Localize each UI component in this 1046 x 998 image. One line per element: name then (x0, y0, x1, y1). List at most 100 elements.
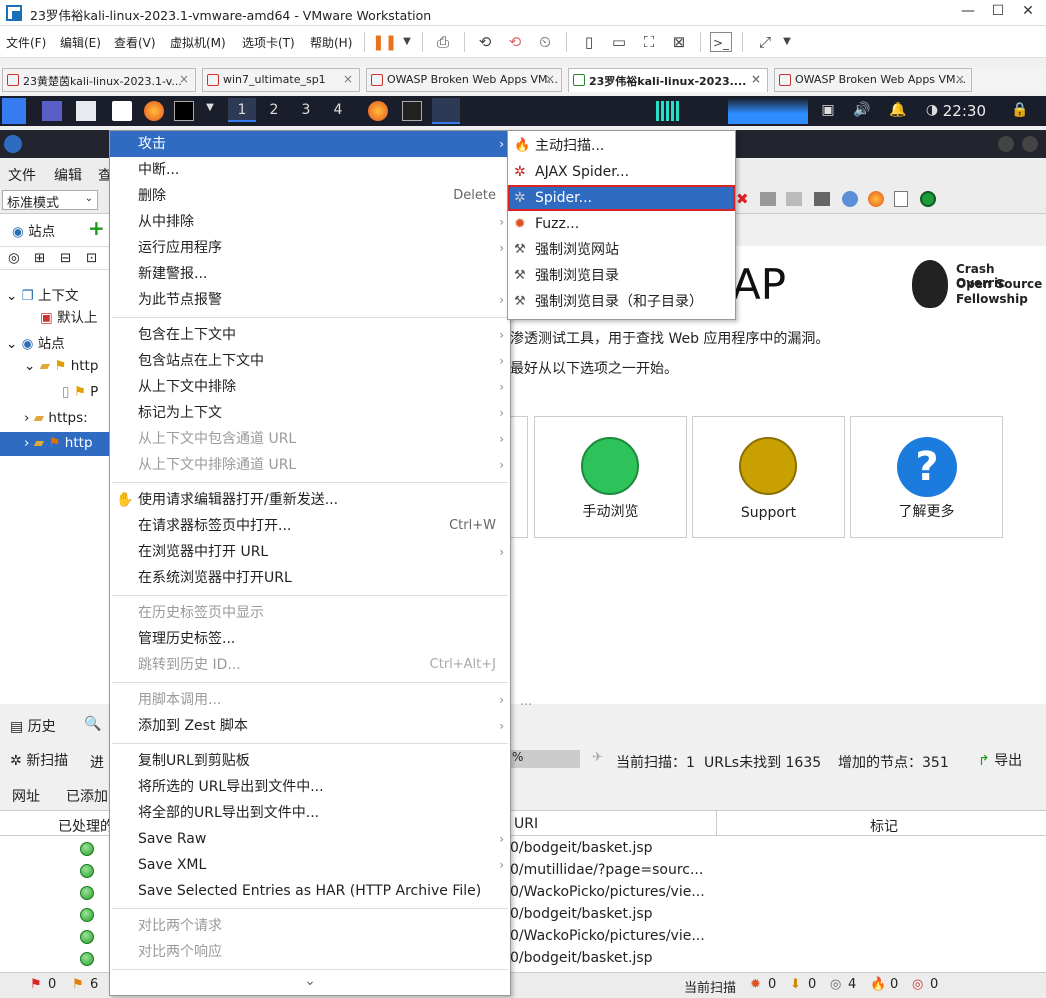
show-desktop-icon[interactable] (42, 101, 62, 121)
minimize-icon[interactable] (998, 136, 1014, 152)
tree-node-sites[interactable]: ⌄ ◉ 站点 (6, 332, 65, 352)
vm-tab-4[interactable]: 23罗伟裕kali-linux-2023.... × (568, 68, 768, 92)
network-icon[interactable]: ▣ (814, 102, 842, 118)
minimize-icon[interactable]: — (956, 3, 980, 19)
status-ok-icon[interactable] (920, 191, 936, 207)
snapshot-icon[interactable]: ⟲ (474, 32, 496, 52)
submenu-item-forced-browse-dir[interactable]: ⚒ 强制浏览目录 (508, 263, 735, 289)
splitter-grip[interactable]: ··· (520, 698, 532, 713)
zap-menu-file[interactable]: 文件 (8, 165, 36, 185)
table-row[interactable]: 0/bodgeit/basket.jsp (510, 950, 653, 966)
tree-node-site-1-child[interactable]: ▯ ⚑ P (62, 384, 98, 400)
tree-node-site-2[interactable]: › ▰ https: (24, 410, 88, 426)
revert-snapshot-icon[interactable]: ⟲ (504, 32, 526, 52)
menu-item-manage-history-tags[interactable]: 管理历史标签... (110, 626, 510, 652)
workspace-2[interactable]: 2 (260, 102, 288, 118)
toolbar-tool-icon[interactable] (814, 192, 830, 206)
zap-menu-edit[interactable]: 编辑 (54, 165, 82, 185)
column-processed[interactable]: 已处理的 (58, 816, 114, 836)
manual-explore-button[interactable]: 手动浏览 (534, 416, 687, 538)
vm-tab-5[interactable]: OWASP Broken Web Apps VM... × (774, 68, 972, 92)
tab-close-icon[interactable]: × (955, 72, 965, 86)
menu-view[interactable]: 查看(V) (114, 34, 156, 51)
target-icon[interactable]: ◎ (8, 250, 20, 266)
menu-help[interactable]: 帮助(H) (310, 34, 352, 51)
help-circle-icon[interactable] (842, 191, 858, 207)
delete-icon[interactable]: ✖ (736, 190, 749, 208)
sidebar-toggle-icon[interactable]: ▯ (578, 32, 600, 52)
firefox-launch-icon[interactable] (868, 191, 884, 207)
tree-node-contexts[interactable]: ⌄ ❐ 上下文 (6, 284, 79, 304)
tab-close-icon[interactable]: × (343, 72, 353, 86)
menu-item-include-site-in-context[interactable]: 包含站点在上下文中 › (110, 348, 510, 374)
new-scan-button[interactable]: ✲ 新扫描 (10, 750, 68, 770)
submenu-item-forced-browse-dir-children[interactable]: ⚒ 强制浏览目录（和子目录） (508, 289, 735, 315)
unity-icon[interactable]: ⊠ (668, 32, 690, 52)
tab-close-icon[interactable]: × (179, 72, 189, 86)
firefox-window-icon[interactable] (368, 101, 388, 121)
mode-select[interactable]: 标准模式 ⌄ (2, 190, 98, 211)
add-icon[interactable]: + (88, 216, 105, 240)
menu-item-add-to-zest[interactable]: 添加到 Zest 脚本 › (110, 713, 510, 739)
table-row[interactable]: 0/mutillidae/?page=sourc... (510, 862, 703, 878)
close-icon[interactable]: ✕ (1016, 3, 1040, 19)
console-icon[interactable]: >_ (710, 32, 732, 52)
table-row[interactable]: 0/bodgeit/basket.jsp (510, 840, 653, 856)
menu-vm[interactable]: 虚拟机(M) (170, 34, 226, 51)
maximize-icon[interactable]: ☐ (986, 3, 1010, 19)
menu-item-export-selected-urls[interactable]: 将所选的 URL导出到文件中... (110, 774, 510, 800)
zap-window-icon[interactable] (432, 98, 460, 124)
submenu-item-ajax-spider[interactable]: ✲ AJAX Spider... (508, 159, 735, 185)
tree-node-site-3-selected[interactable]: › ▰ ⚑ http (0, 432, 110, 456)
new-context-icon[interactable]: ⊞ (34, 250, 45, 266)
menu-item-save-xml[interactable]: Save XML › (110, 852, 510, 878)
chevron-down-icon[interactable]: ▼ (776, 32, 798, 52)
column-uri[interactable]: URI (514, 816, 538, 832)
menu-item-copy-url[interactable]: 复制URL到剪贴板 (110, 748, 510, 774)
stop-scan-icon[interactable]: ✈ (592, 750, 603, 765)
menu-item-save-har[interactable]: Save Selected Entries as HAR (HTTP Archi… (110, 878, 510, 904)
tab-history[interactable]: ▤ 历史 (10, 716, 56, 736)
menu-tabs[interactable]: 选项卡(T) (242, 34, 295, 51)
text-editor-icon[interactable] (112, 101, 132, 121)
chevron-down-icon[interactable]: ▼ (196, 102, 224, 113)
menu-item-open-request-editor[interactable]: ✋ 使用请求编辑器打开/重新发送... (110, 487, 510, 513)
table-row[interactable]: 0/WackoPicko/pictures/vie... (510, 928, 705, 944)
notification-bell-icon[interactable]: 🔔 (884, 102, 912, 118)
menu-item-export-all-urls[interactable]: 将全部的URL导出到文件中... (110, 800, 510, 826)
submenu-item-fuzz[interactable]: ✹ Fuzz... (508, 211, 735, 237)
tab-close-icon[interactable]: × (751, 72, 761, 86)
search-icon[interactable]: 🔍 (84, 716, 101, 732)
export-button[interactable]: ↱ 导出 (978, 750, 1022, 770)
snapshot-manager-icon[interactable]: ⏲ (534, 32, 556, 52)
pause-icon[interactable]: ❚❚ (372, 32, 397, 52)
firefox-icon[interactable] (144, 101, 164, 121)
submenu-item-spider[interactable]: ✲ Spider... (508, 185, 735, 211)
maximize-icon[interactable] (1022, 136, 1038, 152)
column-flag[interactable]: 标记 (870, 816, 898, 836)
chevron-down-icon[interactable]: ▼ (396, 32, 418, 52)
toolbar-tool-icon[interactable] (786, 192, 802, 206)
fullscreen-icon[interactable]: ⛶ (638, 32, 660, 52)
thumbnail-icon[interactable]: ▭ (608, 32, 630, 52)
menu-item-open-in-browser[interactable]: 在浏览器中打开 URL › (110, 539, 510, 565)
menu-item-exclude[interactable]: 从中排除 › (110, 209, 510, 235)
lock-icon[interactable]: 🔒 (1006, 102, 1034, 118)
submenu-item-forced-browse-site[interactable]: ⚒ 强制浏览网站 (508, 237, 735, 263)
volume-icon[interactable]: 🔊 (848, 102, 876, 118)
menu-item-attack[interactable]: 攻击 › (110, 131, 510, 157)
import-context-icon[interactable]: ⊟ (60, 250, 71, 266)
menu-item-include-in-context[interactable]: 包含在上下文中 › (110, 322, 510, 348)
menu-item-break[interactable]: 中断... (110, 157, 510, 183)
vm-tab-3[interactable]: OWASP Broken Web Apps VM... × (366, 68, 562, 92)
workspace-4[interactable]: 4 (324, 102, 352, 118)
menu-item-exclude-from-context[interactable]: 从上下文中排除 › (110, 374, 510, 400)
notes-icon[interactable] (894, 191, 908, 207)
tab-urls[interactable]: 网址 (12, 786, 40, 806)
vm-tab-2[interactable]: win7_ultimate_sp1 × (202, 68, 360, 92)
table-row[interactable]: 0/bodgeit/basket.jsp (510, 906, 653, 922)
tab-sites[interactable]: ◉ 站点 (12, 220, 55, 240)
file-manager-icon[interactable] (76, 101, 96, 121)
menu-item-open-in-system-browser[interactable]: 在系统浏览器中打开URL (110, 565, 510, 591)
terminal-window-icon[interactable] (402, 101, 422, 121)
